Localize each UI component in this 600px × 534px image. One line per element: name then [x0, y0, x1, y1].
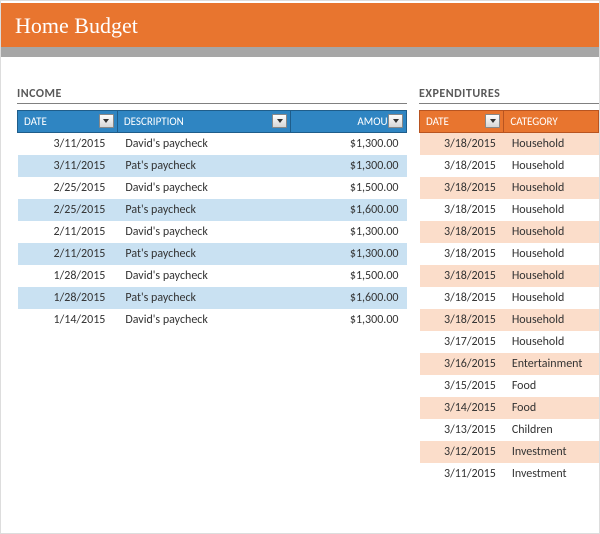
table-row[interactable]: 3/11/2015Investment	[420, 463, 599, 485]
cell-category[interactable]: Household	[504, 199, 599, 221]
cell-category[interactable]: Household	[504, 133, 599, 156]
table-row[interactable]: 3/11/2015Pat's paycheck$1,300.00	[18, 155, 407, 177]
cell-category[interactable]: Household	[504, 287, 599, 309]
cell-amount[interactable]: $1,300.00	[291, 155, 407, 177]
cell-date[interactable]: 3/13/2015	[420, 419, 504, 441]
cell-date[interactable]: 3/15/2015	[420, 375, 504, 397]
cell-desc[interactable]: David's paycheck	[117, 177, 290, 199]
cell-desc[interactable]: David's paycheck	[117, 133, 290, 156]
cell-date[interactable]: 3/18/2015	[420, 199, 504, 221]
cell-date[interactable]: 3/18/2015	[420, 243, 504, 265]
cell-date[interactable]: 3/11/2015	[18, 155, 118, 177]
table-row[interactable]: 3/18/2015Household	[420, 265, 599, 287]
income-section-title: INCOME	[17, 87, 407, 104]
cell-category[interactable]: Investment	[504, 441, 599, 463]
cell-date[interactable]: 3/18/2015	[420, 133, 504, 156]
table-row[interactable]: 2/25/2015David's paycheck$1,500.00	[18, 177, 407, 199]
cell-desc[interactable]: David's paycheck	[117, 265, 290, 287]
table-row[interactable]: 3/18/2015Household	[420, 287, 599, 309]
table-row[interactable]: 3/13/2015Children	[420, 419, 599, 441]
table-row[interactable]: 2/11/2015Pat's paycheck$1,300.00	[18, 243, 407, 265]
cell-date[interactable]: 1/28/2015	[18, 287, 118, 309]
income-table: DATE DESCRIPTION AMOUNT 3/11/2015David's…	[17, 110, 407, 331]
cell-amount[interactable]: $1,600.00	[291, 199, 407, 221]
cell-date[interactable]: 3/16/2015	[420, 353, 504, 375]
cell-date[interactable]: 3/18/2015	[420, 265, 504, 287]
page-title: Home Budget	[1, 1, 599, 47]
cell-date[interactable]: 2/11/2015	[18, 221, 118, 243]
cell-desc[interactable]: Pat's paycheck	[117, 243, 290, 265]
cell-date[interactable]: 2/25/2015	[18, 177, 118, 199]
cell-category[interactable]: Household	[504, 309, 599, 331]
expend-table: DATE CATEGORY 3/18/2015Household3/18/201…	[419, 110, 599, 485]
cell-desc[interactable]: David's paycheck	[117, 221, 290, 243]
filter-icon[interactable]	[388, 114, 403, 128]
cell-category[interactable]: Entertainment	[504, 353, 599, 375]
cell-amount[interactable]: $1,300.00	[291, 309, 407, 331]
income-header-amount[interactable]: AMOUNT	[291, 111, 407, 133]
expend-header-cat[interactable]: CATEGORY	[504, 111, 599, 133]
table-row[interactable]: 3/18/2015Household	[420, 155, 599, 177]
table-row[interactable]: 1/14/2015David's paycheck$1,300.00	[18, 309, 407, 331]
table-row[interactable]: 1/28/2015Pat's paycheck$1,600.00	[18, 287, 407, 309]
cell-category[interactable]: Household	[504, 155, 599, 177]
cell-category[interactable]: Household	[504, 243, 599, 265]
cell-date[interactable]: 3/14/2015	[420, 397, 504, 419]
cell-category[interactable]: Children	[504, 419, 599, 441]
table-row[interactable]: 3/14/2015Food	[420, 397, 599, 419]
cell-date[interactable]: 3/18/2015	[420, 221, 504, 243]
cell-date[interactable]: 3/18/2015	[420, 287, 504, 309]
cell-category[interactable]: Household	[504, 221, 599, 243]
cell-desc[interactable]: Pat's paycheck	[117, 287, 290, 309]
cell-date[interactable]: 1/28/2015	[18, 265, 118, 287]
cell-date[interactable]: 3/17/2015	[420, 331, 504, 353]
cell-amount[interactable]: $1,300.00	[291, 243, 407, 265]
cell-amount[interactable]: $1,500.00	[291, 177, 407, 199]
cell-date[interactable]: 3/18/2015	[420, 177, 504, 199]
cell-amount[interactable]: $1,300.00	[291, 221, 407, 243]
cell-date[interactable]: 3/11/2015	[18, 133, 118, 156]
table-row[interactable]: 2/11/2015David's paycheck$1,300.00	[18, 221, 407, 243]
cell-desc[interactable]: David's paycheck	[117, 309, 290, 331]
table-row[interactable]: 3/18/2015Household	[420, 221, 599, 243]
cell-category[interactable]: Household	[504, 265, 599, 287]
divider	[1, 47, 599, 57]
income-header-date[interactable]: DATE	[18, 111, 118, 133]
cell-category[interactable]: Household	[504, 177, 599, 199]
cell-date[interactable]: 3/18/2015	[420, 309, 504, 331]
cell-category[interactable]: Investment	[504, 463, 599, 485]
cell-category[interactable]: Household	[504, 331, 599, 353]
cell-amount[interactable]: $1,600.00	[291, 287, 407, 309]
cell-desc[interactable]: Pat's paycheck	[117, 199, 290, 221]
cell-category[interactable]: Food	[504, 375, 599, 397]
income-header-desc[interactable]: DESCRIPTION	[117, 111, 290, 133]
cell-category[interactable]: Food	[504, 397, 599, 419]
filter-icon[interactable]	[485, 114, 500, 128]
table-row[interactable]: 3/16/2015Entertainment	[420, 353, 599, 375]
table-row[interactable]: 3/15/2015Food	[420, 375, 599, 397]
cell-amount[interactable]: $1,500.00	[291, 265, 407, 287]
cell-date[interactable]: 3/11/2015	[420, 463, 504, 485]
table-row[interactable]: 3/18/2015Household	[420, 133, 599, 156]
cell-date[interactable]: 1/14/2015	[18, 309, 118, 331]
table-row[interactable]: 1/28/2015David's paycheck$1,500.00	[18, 265, 407, 287]
cell-date[interactable]: 3/18/2015	[420, 155, 504, 177]
table-row[interactable]: 3/18/2015Household	[420, 243, 599, 265]
filter-icon[interactable]	[99, 114, 114, 128]
table-row[interactable]: 3/18/2015Household	[420, 199, 599, 221]
table-row[interactable]: 2/25/2015Pat's paycheck$1,600.00	[18, 199, 407, 221]
expend-header-date[interactable]: DATE	[420, 111, 504, 133]
cell-desc[interactable]: Pat's paycheck	[117, 155, 290, 177]
cell-date[interactable]: 2/11/2015	[18, 243, 118, 265]
table-row[interactable]: 3/17/2015Household	[420, 331, 599, 353]
table-row[interactable]: 3/11/2015David's paycheck$1,300.00	[18, 133, 407, 156]
table-row[interactable]: 3/12/2015Investment	[420, 441, 599, 463]
filter-icon[interactable]	[272, 114, 287, 128]
cell-date[interactable]: 3/12/2015	[420, 441, 504, 463]
cell-amount[interactable]: $1,300.00	[291, 133, 407, 156]
table-row[interactable]: 3/18/2015Household	[420, 177, 599, 199]
table-row[interactable]: 3/18/2015Household	[420, 309, 599, 331]
expend-section-title: EXPENDITURES	[419, 87, 599, 104]
cell-date[interactable]: 2/25/2015	[18, 199, 118, 221]
